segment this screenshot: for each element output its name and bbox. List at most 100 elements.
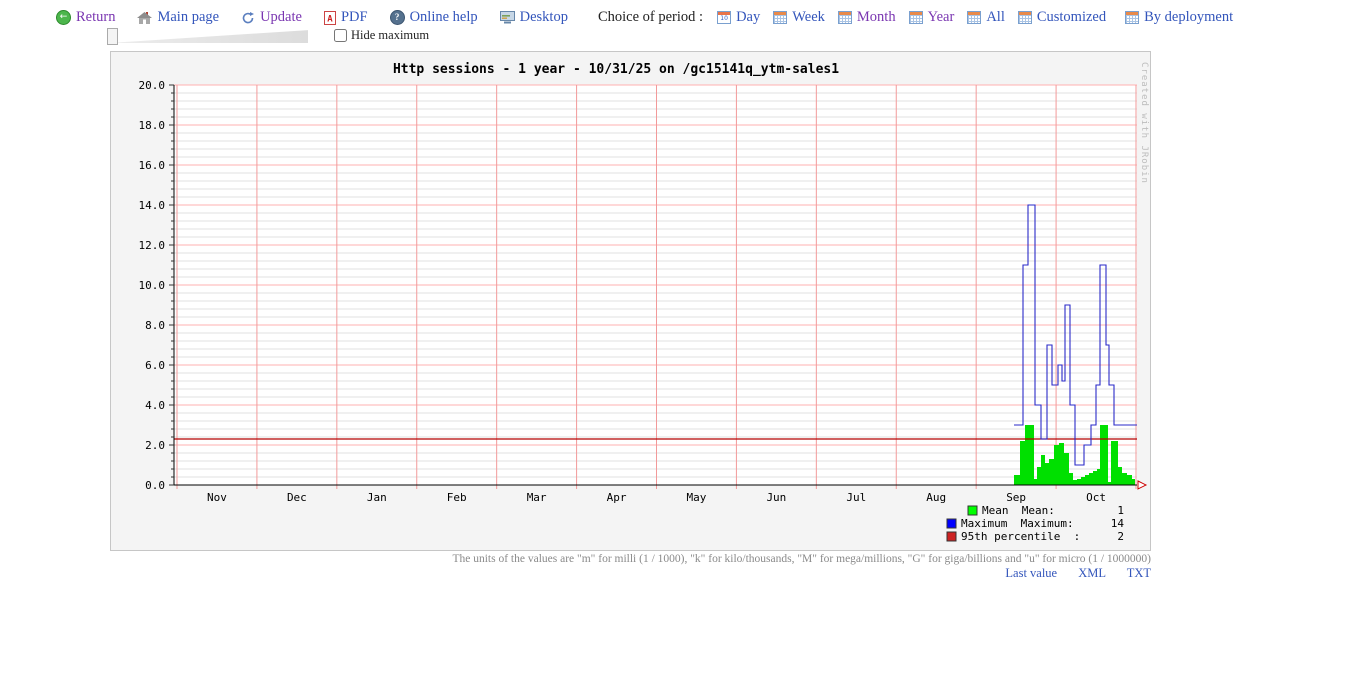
- mean-bar: [1073, 480, 1077, 485]
- units-note: The units of the values are "m" for mill…: [110, 553, 1151, 565]
- x-axis-label: Dec: [287, 491, 307, 504]
- y-axis-label: 12.0: [139, 239, 166, 252]
- period-year-link[interactable]: Year: [909, 9, 955, 26]
- mean-bar: [1059, 443, 1064, 485]
- mean-bar: [1081, 477, 1085, 485]
- choice-of-period-label: Choice of period :: [598, 9, 703, 26]
- period-customized-link[interactable]: Customized: [1018, 9, 1106, 26]
- chart-panel: Nov Dec Jan Feb Mar Apr May Jun Jul Aug Sep Oct 0.0 2…: [110, 51, 1151, 551]
- mean-bar: [1093, 471, 1097, 485]
- x-axis-label: May: [687, 491, 707, 504]
- y-axis-label: 6.0: [145, 359, 165, 372]
- mean-bar: [1045, 463, 1049, 485]
- mean-bar: [1085, 475, 1089, 485]
- calendar-month-icon: [838, 11, 852, 24]
- toolbar: ←Return Main page Update APDF ?Online he…: [0, 0, 1372, 28]
- svg-text:A: A: [327, 14, 333, 24]
- x-axis-arrow: [1138, 481, 1146, 489]
- x-axis-label: Jun: [766, 491, 786, 504]
- graph-size-slider[interactable]: [107, 28, 310, 44]
- period-by-deployment-link[interactable]: By deployment: [1125, 9, 1233, 26]
- mean-bar: [1014, 475, 1020, 485]
- jrobin-watermark: Created with JRobin: [1139, 62, 1149, 184]
- y-axis-label: 20.0: [139, 79, 166, 92]
- legend-swatch: [947, 532, 956, 541]
- legend-label: Maximum Maximum:: [961, 517, 1074, 530]
- desktop-icon: [500, 11, 515, 24]
- calendar-week-icon: [773, 11, 787, 24]
- pdf-link[interactable]: APDF: [324, 9, 368, 26]
- period-all-link[interactable]: All: [967, 9, 1005, 26]
- y-axis-label: 18.0: [139, 119, 166, 132]
- calendar-customized-icon: [1018, 11, 1032, 24]
- mean-bar: [1069, 473, 1073, 485]
- mean-bar: [1118, 467, 1122, 485]
- txt-link[interactable]: TXT: [1127, 566, 1151, 580]
- period-month-link[interactable]: Month: [838, 9, 896, 26]
- mean-bar: [1054, 445, 1059, 485]
- mean-bar: [1132, 479, 1135, 485]
- legend-value: 2: [1117, 530, 1124, 543]
- xml-link[interactable]: XML: [1078, 566, 1105, 580]
- http-sessions-chart: Nov Dec Jan Feb Mar Apr May Jun Jul Aug Sep Oct 0.0 2…: [111, 52, 1150, 550]
- update-link[interactable]: Update: [241, 9, 302, 26]
- slider-handle[interactable]: [107, 28, 118, 45]
- calendar-year-icon: [909, 11, 923, 24]
- mean-bar: [1089, 473, 1093, 485]
- return-link[interactable]: ←Return: [56, 9, 115, 26]
- y-axis-label: 8.0: [145, 319, 165, 332]
- mean-bar: [1025, 425, 1034, 485]
- mean-bar: [1037, 467, 1041, 485]
- online-help-link[interactable]: ?Online help: [390, 9, 478, 26]
- graph-controls-row: Hide maximum: [0, 28, 1372, 48]
- help-icon: ?: [390, 10, 405, 25]
- hide-maximum-label: Hide maximum: [351, 28, 429, 43]
- x-axis-label: Jan: [367, 491, 387, 504]
- period-day-link[interactable]: Day: [717, 9, 760, 26]
- desktop-link[interactable]: Desktop: [500, 9, 568, 26]
- mean-bar: [1122, 473, 1127, 485]
- last-value-link[interactable]: Last value: [1005, 566, 1057, 580]
- pdf-icon: A: [324, 11, 336, 25]
- mean-bar: [1100, 425, 1108, 485]
- x-axis-label: Sep: [1006, 491, 1026, 504]
- mean-bar: [1097, 469, 1100, 485]
- calendar-all-icon: [967, 11, 981, 24]
- footer-links: Last value XML TXT: [110, 566, 1151, 581]
- legend-value: 1: [1117, 504, 1124, 517]
- mean-bar: [1064, 453, 1069, 485]
- x-axis-label: Aug: [926, 491, 946, 504]
- x-axis-label: Apr: [607, 491, 627, 504]
- mean-bar: [1041, 455, 1045, 485]
- x-axis-label: Nov: [207, 491, 227, 504]
- y-axis-label: 0.0: [145, 479, 165, 492]
- y-axis-label: 2.0: [145, 439, 165, 452]
- legend-swatch: [968, 506, 977, 515]
- x-axis-label: Oct: [1086, 491, 1106, 504]
- y-axis-label: 14.0: [139, 199, 166, 212]
- legend-label: 95th percentile :: [961, 530, 1080, 543]
- main-page-link[interactable]: Main page: [137, 9, 219, 26]
- mean-bar: [1127, 475, 1132, 485]
- calendar-day-icon: [717, 11, 731, 24]
- return-icon: ←: [56, 10, 71, 25]
- hide-maximum-control: Hide maximum: [334, 28, 429, 43]
- slider-track: [118, 29, 308, 43]
- x-axis-label: Feb: [447, 491, 467, 504]
- x-axis-label: Jul: [846, 491, 866, 504]
- chart-footer: The units of the values are "m" for mill…: [110, 553, 1151, 581]
- y-axis-label: 4.0: [145, 399, 165, 412]
- legend-value: 14: [1111, 517, 1125, 530]
- chart-title: Http sessions - 1 year - 10/31/25 on /gc…: [393, 62, 839, 77]
- y-axis-label: 16.0: [139, 159, 166, 172]
- mean-bar: [1034, 479, 1037, 485]
- period-week-link[interactable]: Week: [773, 9, 825, 26]
- refresh-icon: [241, 11, 255, 25]
- mean-bar: [1049, 459, 1054, 485]
- mean-bar: [1111, 441, 1118, 485]
- x-axis-label: Mar: [527, 491, 547, 504]
- home-icon: [137, 11, 152, 24]
- y-axis-label: 10.0: [139, 279, 166, 292]
- hide-maximum-checkbox[interactable]: [334, 29, 347, 42]
- legend-label: Mean Mean:: [982, 504, 1055, 517]
